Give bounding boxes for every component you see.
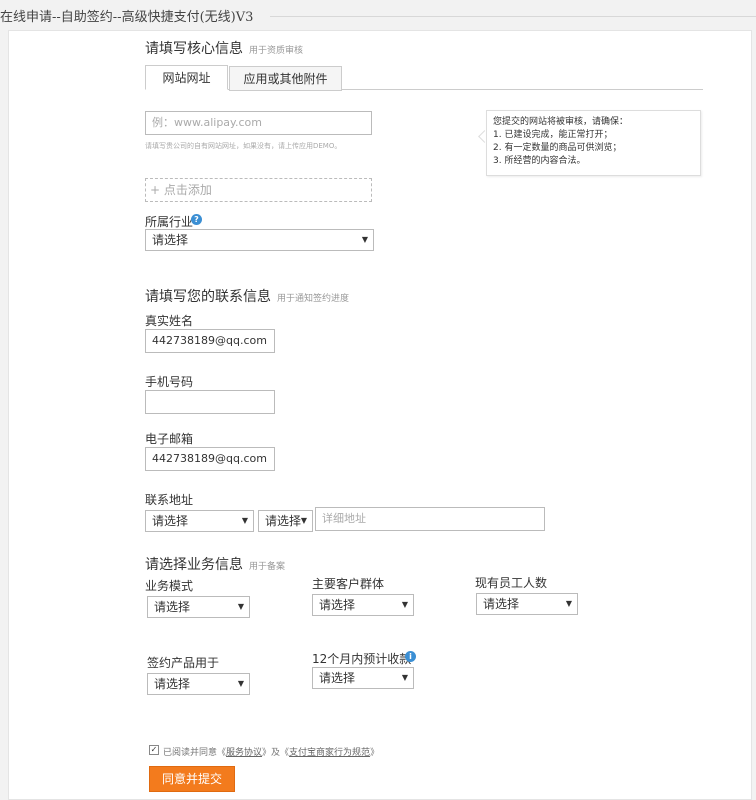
website-review-tip: 您提交的网站将被审核，请确保： 1. 已建设完成，能正常打开； 2. 有一定数量… bbox=[486, 110, 701, 176]
staff-value: 请选择 bbox=[483, 597, 520, 611]
collection-label: 12个月内预计收款 bbox=[312, 652, 412, 666]
business-model-label: 业务模式 bbox=[145, 579, 194, 593]
city-select[interactable]: 请选择 ▼ bbox=[258, 510, 313, 532]
website-url-hint: 请填写贵公司的自有网站网址，如果没有，请上传应用DEMO。 bbox=[145, 142, 342, 150]
chevron-down-icon: ▼ bbox=[361, 235, 368, 244]
agreement-middle: 》及《 bbox=[262, 748, 290, 758]
address-label: 联系地址 bbox=[145, 493, 194, 507]
industry-label: 所属行业 bbox=[145, 215, 194, 229]
customers-label: 主要客户群体 bbox=[312, 577, 385, 591]
province-select[interactable]: 请选择 ▼ bbox=[145, 510, 254, 532]
tip-heading: 您提交的网站将被审核，请确保： bbox=[493, 117, 629, 127]
agreement-suffix: 》 bbox=[370, 748, 380, 758]
province-select-value: 请选择 bbox=[152, 514, 189, 528]
core-section-title: 请填写核心信息 用于资质审核 bbox=[145, 38, 303, 58]
add-website-button[interactable]: + 点击添加 bbox=[145, 178, 372, 202]
info-icon[interactable]: i bbox=[405, 651, 416, 662]
contact-section-title: 请填写您的联系信息 用于通知签约进度 bbox=[145, 286, 349, 306]
chevron-down-icon: ▼ bbox=[300, 516, 307, 525]
title-divider bbox=[270, 16, 756, 17]
chevron-down-icon: ▼ bbox=[237, 679, 244, 688]
service-agreement-link[interactable]: 服务协议 bbox=[226, 748, 262, 758]
chevron-down-icon: ▼ bbox=[565, 599, 572, 608]
tab-website[interactable]: 网站网址 bbox=[145, 65, 228, 90]
agreement-text: 已阅读并同意《服务协议》及《支付宝商家行为规范》 bbox=[163, 745, 379, 758]
agreement-prefix: 已阅读并同意《 bbox=[163, 748, 227, 758]
tip-item: 2. 有一定数量的商品可供浏览； bbox=[493, 143, 622, 153]
customers-value: 请选择 bbox=[319, 598, 356, 612]
business-section-title: 请选择业务信息 用于备案 bbox=[145, 554, 285, 574]
chevron-down-icon: ▼ bbox=[237, 602, 244, 611]
agree-checkbox[interactable]: ✓ bbox=[149, 745, 159, 755]
question-icon[interactable]: ? bbox=[191, 214, 202, 225]
submit-button[interactable]: 同意并提交 bbox=[149, 766, 235, 792]
collection-select[interactable]: 请选择 ▼ bbox=[312, 667, 414, 689]
name-input[interactable]: 442738189@qq.com bbox=[145, 329, 275, 353]
business-title-text: 请选择业务信息 bbox=[145, 557, 243, 573]
chevron-down-icon: ▼ bbox=[401, 600, 408, 609]
tip-item: 3. 所经营的内容合法。 bbox=[493, 156, 586, 166]
chevron-down-icon: ▼ bbox=[241, 516, 248, 525]
name-label: 真实姓名 bbox=[145, 314, 194, 328]
collection-value: 请选择 bbox=[319, 671, 356, 685]
business-subtitle: 用于备案 bbox=[249, 562, 286, 572]
email-input[interactable]: 442738189@qq.com bbox=[145, 447, 275, 471]
chevron-down-icon: ▼ bbox=[401, 673, 408, 682]
page-title: 在线申请--自助签约--高级快捷支付(无线)V3 bbox=[0, 10, 254, 25]
phone-label: 手机号码 bbox=[145, 375, 194, 389]
product-use-label: 签约产品用于 bbox=[147, 656, 220, 670]
industry-select-value: 请选择 bbox=[152, 233, 189, 247]
staff-select[interactable]: 请选择 ▼ bbox=[476, 593, 578, 615]
contact-subtitle: 用于通知签约进度 bbox=[277, 294, 350, 304]
customers-select[interactable]: 请选择 ▼ bbox=[312, 594, 414, 616]
website-url-input[interactable]: 例：www.alipay.com bbox=[145, 111, 372, 135]
business-model-value: 请选择 bbox=[154, 600, 191, 614]
business-model-select[interactable]: 请选择 ▼ bbox=[147, 596, 250, 618]
industry-select[interactable]: 请选择 ▼ bbox=[145, 229, 374, 251]
product-use-value: 请选择 bbox=[154, 677, 191, 691]
merchant-rules-link[interactable]: 支付宝商家行为规范 bbox=[289, 748, 370, 758]
contact-title-text: 请填写您的联系信息 bbox=[145, 289, 271, 305]
phone-input[interactable] bbox=[145, 390, 275, 414]
city-select-value: 请选择 bbox=[265, 514, 302, 528]
email-label: 电子邮箱 bbox=[145, 432, 194, 446]
core-subtitle: 用于资质审核 bbox=[249, 46, 304, 56]
core-title-text: 请填写核心信息 bbox=[145, 41, 243, 57]
staff-label: 现有员工人数 bbox=[475, 576, 548, 590]
address-detail-input[interactable]: 详细地址 bbox=[315, 507, 545, 531]
product-use-select[interactable]: 请选择 ▼ bbox=[147, 673, 250, 695]
tip-item: 1. 已建设完成，能正常打开； bbox=[493, 130, 613, 140]
tab-app-attachment[interactable]: 应用或其他附件 bbox=[229, 66, 342, 91]
